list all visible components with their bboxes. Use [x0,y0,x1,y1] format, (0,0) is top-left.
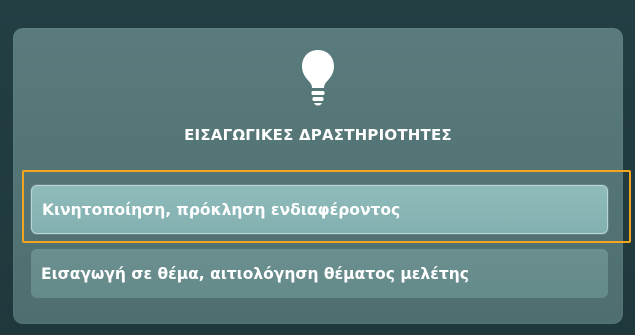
activities-panel: ΕΙΣΑΓΩΓΙΚΕΣ ΔΡΑΣΤΗΡΙΟΤΗΤΕΣ Κινητοποίηση,… [13,28,623,324]
section-title: ΕΙΣΑΓΩΓΙΚΕΣ ΔΡΑΣΤΗΡΙΟΤΗΤΕΣ [184,126,452,144]
lightbulb-icon [302,50,334,106]
option-introduction[interactable]: Εισαγωγή σε θέμα, αιτιολόγηση θέματος με… [31,249,608,298]
icon-container [13,48,623,118]
option-label: Εισαγωγή σε θέμα, αιτιολόγηση θέματος με… [41,264,469,283]
option-label: Κινητοποίηση, πρόκληση ενδιαφέροντος [42,200,401,219]
option-motivation[interactable]: Κινητοποίηση, πρόκληση ενδιαφέροντος [31,185,608,234]
